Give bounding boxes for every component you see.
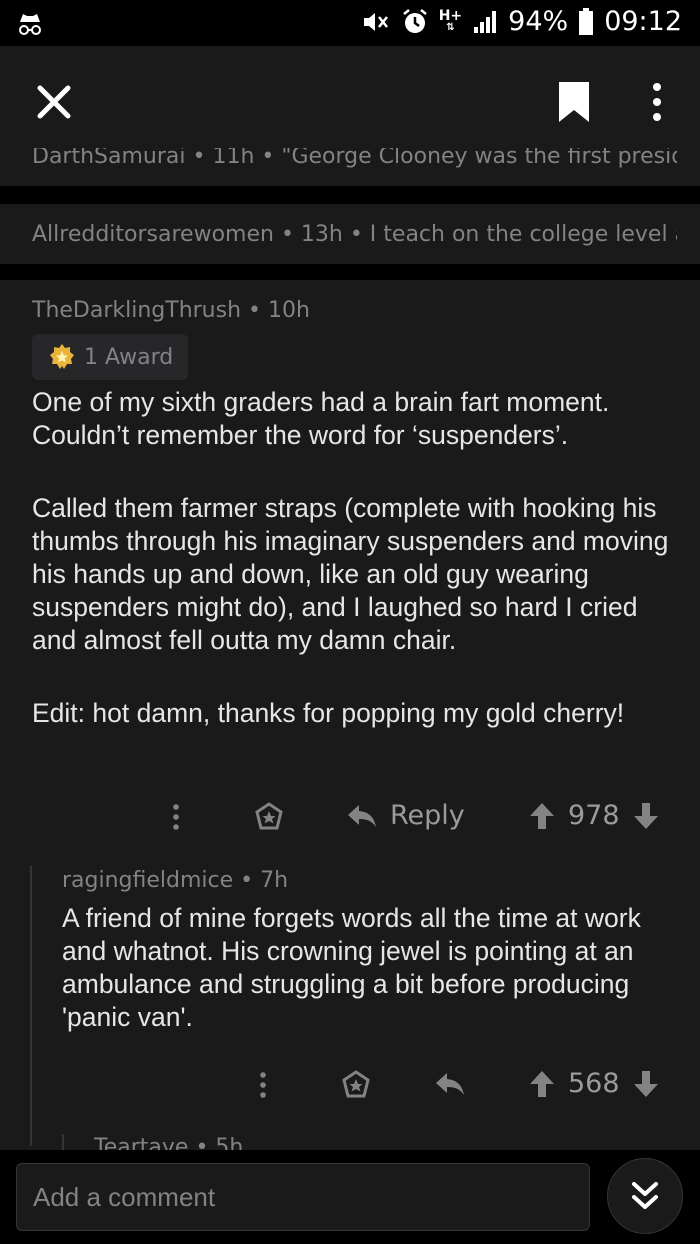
comment-body: One of my sixth graders had a brain fart… [32, 386, 682, 770]
downvote-icon[interactable] [632, 1069, 660, 1099]
meta-separator: • [195, 1135, 216, 1150]
parent-comment-collapsed[interactable]: Allredditorsarewomen • 13h • I teach on … [0, 204, 700, 264]
award-icon [50, 344, 74, 369]
award-count: 1 Award [84, 344, 174, 370]
nested-reply-meta: Teartaye • 5h [94, 1134, 243, 1150]
reply-author[interactable]: ragingfieldmice [62, 868, 233, 893]
reply-icon [348, 804, 376, 827]
comment-author[interactable]: TheDarklingThrush [32, 298, 241, 323]
reply-body: A friend of mine forgets words all the t… [62, 903, 641, 1032]
signal-icon [472, 9, 498, 35]
add-comment-input[interactable]: Add a comment [16, 1163, 590, 1231]
add-comment-placeholder: Add a comment [33, 1181, 216, 1212]
give-award-icon[interactable] [254, 802, 284, 832]
comment-paragraph: Edit: hot damn, thanks for popping my go… [32, 698, 625, 728]
reply-button[interactable]: Reply [346, 800, 465, 831]
comment-more-icon[interactable] [166, 802, 186, 832]
reply-more-icon[interactable] [253, 1070, 273, 1100]
award-badge[interactable]: 1 Award [32, 334, 188, 380]
vote-controls: 568 [528, 1068, 660, 1099]
parent-comment-summary: DarthSamurai • 11h • "George Clooney was… [32, 148, 677, 169]
meta-separator: • [240, 868, 261, 893]
nested-reply-author[interactable]: Teartaye [94, 1135, 188, 1150]
reply-score: 568 [568, 1068, 620, 1099]
double-chevron-down-icon [632, 1182, 658, 1209]
close-icon[interactable] [34, 82, 74, 122]
clock: 09:12 [604, 6, 682, 37]
incognito-icon [19, 14, 41, 35]
bookmark-icon[interactable] [556, 80, 592, 124]
comment-meta: TheDarklingThrush • 10h [32, 298, 310, 323]
reply-actions: 568 [0, 1056, 700, 1116]
downvote-icon[interactable] [632, 801, 660, 831]
meta-separator: • [248, 298, 269, 323]
reply-meta: ragingfieldmice • 7h [62, 868, 288, 893]
parent-comment-collapsed[interactable]: DarthSamurai • 11h • "George Clooney was… [0, 148, 700, 186]
comment-paragraph: Called them farmer straps (complete with… [32, 493, 669, 655]
more-options-icon[interactable] [640, 80, 674, 124]
alarm-icon [401, 8, 429, 36]
vote-controls: 978 [528, 800, 660, 831]
upvote-icon[interactable] [528, 1069, 556, 1099]
reply-age: 7h [260, 868, 289, 893]
parent-comment-summary: Allredditorsarewomen • 13h • I teach on … [32, 222, 677, 247]
comment-composer-bar: Add a comment [0, 1150, 700, 1244]
network-type-icon: H+ ⇅ [438, 7, 463, 33]
battery-percent: 94% [508, 6, 569, 37]
reply-icon[interactable] [434, 1070, 466, 1098]
next-comment-button[interactable] [607, 1158, 683, 1234]
comment-paragraph: One of my sixth graders had a brain fart… [32, 387, 610, 450]
comment-score: 978 [568, 800, 620, 831]
battery-icon [578, 7, 594, 36]
comment-age: 10h [268, 298, 310, 323]
status-bar: H+ ⇅ 94% 09:12 [0, 0, 700, 46]
reply-label: Reply [390, 800, 465, 831]
app-bar [0, 46, 700, 156]
comment: TheDarklingThrush • 10h 1 Award One of m… [0, 280, 700, 1150]
mute-icon [361, 9, 391, 35]
thread-line[interactable] [62, 1134, 64, 1150]
upvote-icon[interactable] [528, 801, 556, 831]
give-award-icon[interactable] [341, 1070, 371, 1100]
comment-actions: Reply 978 [0, 788, 700, 848]
nested-reply-age: 5h [215, 1135, 244, 1150]
network-type-label: H+ [438, 7, 463, 24]
